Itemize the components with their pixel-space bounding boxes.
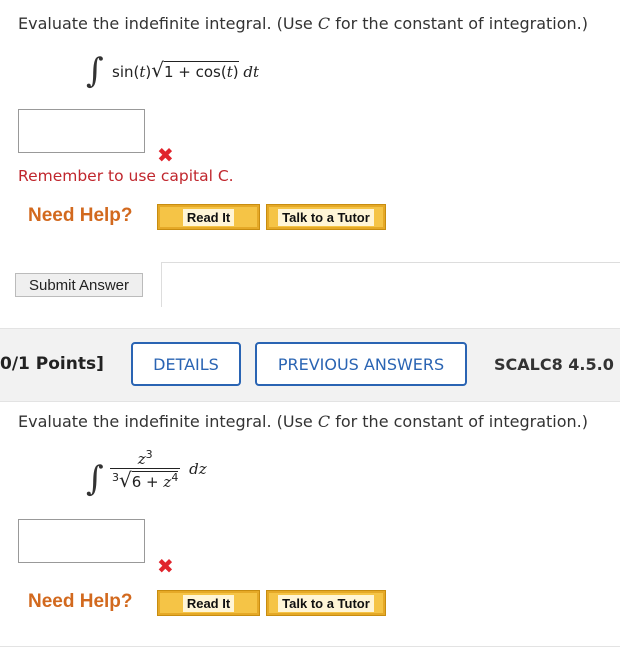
submit-answer-button[interactable]: Submit Answer [15,273,143,297]
answer-input-2[interactable] [18,519,145,563]
read-it-button-2[interactable]: Read It [157,590,260,616]
talk-to-tutor-button-1[interactable]: Talk to a Tutor [266,204,386,230]
bottom-divider [0,646,620,647]
previous-answers-button[interactable]: PREVIOUS ANSWERS [255,342,467,386]
incorrect-x-icon-2: ✖ [157,554,174,578]
answer-input-1[interactable] [18,109,145,153]
square-root-symbol: √ [151,58,164,82]
details-button[interactable]: DETAILS [131,342,241,386]
radicand-2: 6 + z4 [131,471,179,491]
problem-source-label: SCALC8 4.5.0 [494,355,614,374]
question-2-prompt: Evaluate the indefinite integral. (Use C… [18,412,588,431]
integral-sign-2: ∫ [86,459,104,499]
incorrect-x-icon: ✖ [157,143,174,167]
radicand-1: 1 + cos(t) [163,61,239,81]
differential-1: dt [243,63,260,81]
talk-to-tutor-button-2[interactable]: Talk to a Tutor [266,590,386,616]
fraction: z3 3√6 + z4 [110,448,181,492]
integrand-1: sin(t)√1 + cos(t) dt [112,58,260,82]
cube-root-symbol: √ [119,468,132,492]
need-help-label-2: Need Help? [28,591,133,612]
need-help-label-1: Need Help? [28,205,133,226]
numerator: z3 [137,448,153,468]
integrand-2: z3 3√6 + z4 dz [110,448,207,491]
read-it-button-1[interactable]: Read It [157,204,260,230]
differential-2: dz [189,460,207,478]
root-index: 3 [112,471,119,484]
integral-sign-1: ∫ [86,51,104,91]
points-label: 0/1 Points] [0,354,104,374]
capital-c-hint: Remember to use capital C. [18,167,234,185]
denominator: 3√6 + z4 [110,468,181,492]
submit-panel [161,262,620,307]
question-1-prompt: Evaluate the indefinite integral. (Use C… [18,14,588,33]
